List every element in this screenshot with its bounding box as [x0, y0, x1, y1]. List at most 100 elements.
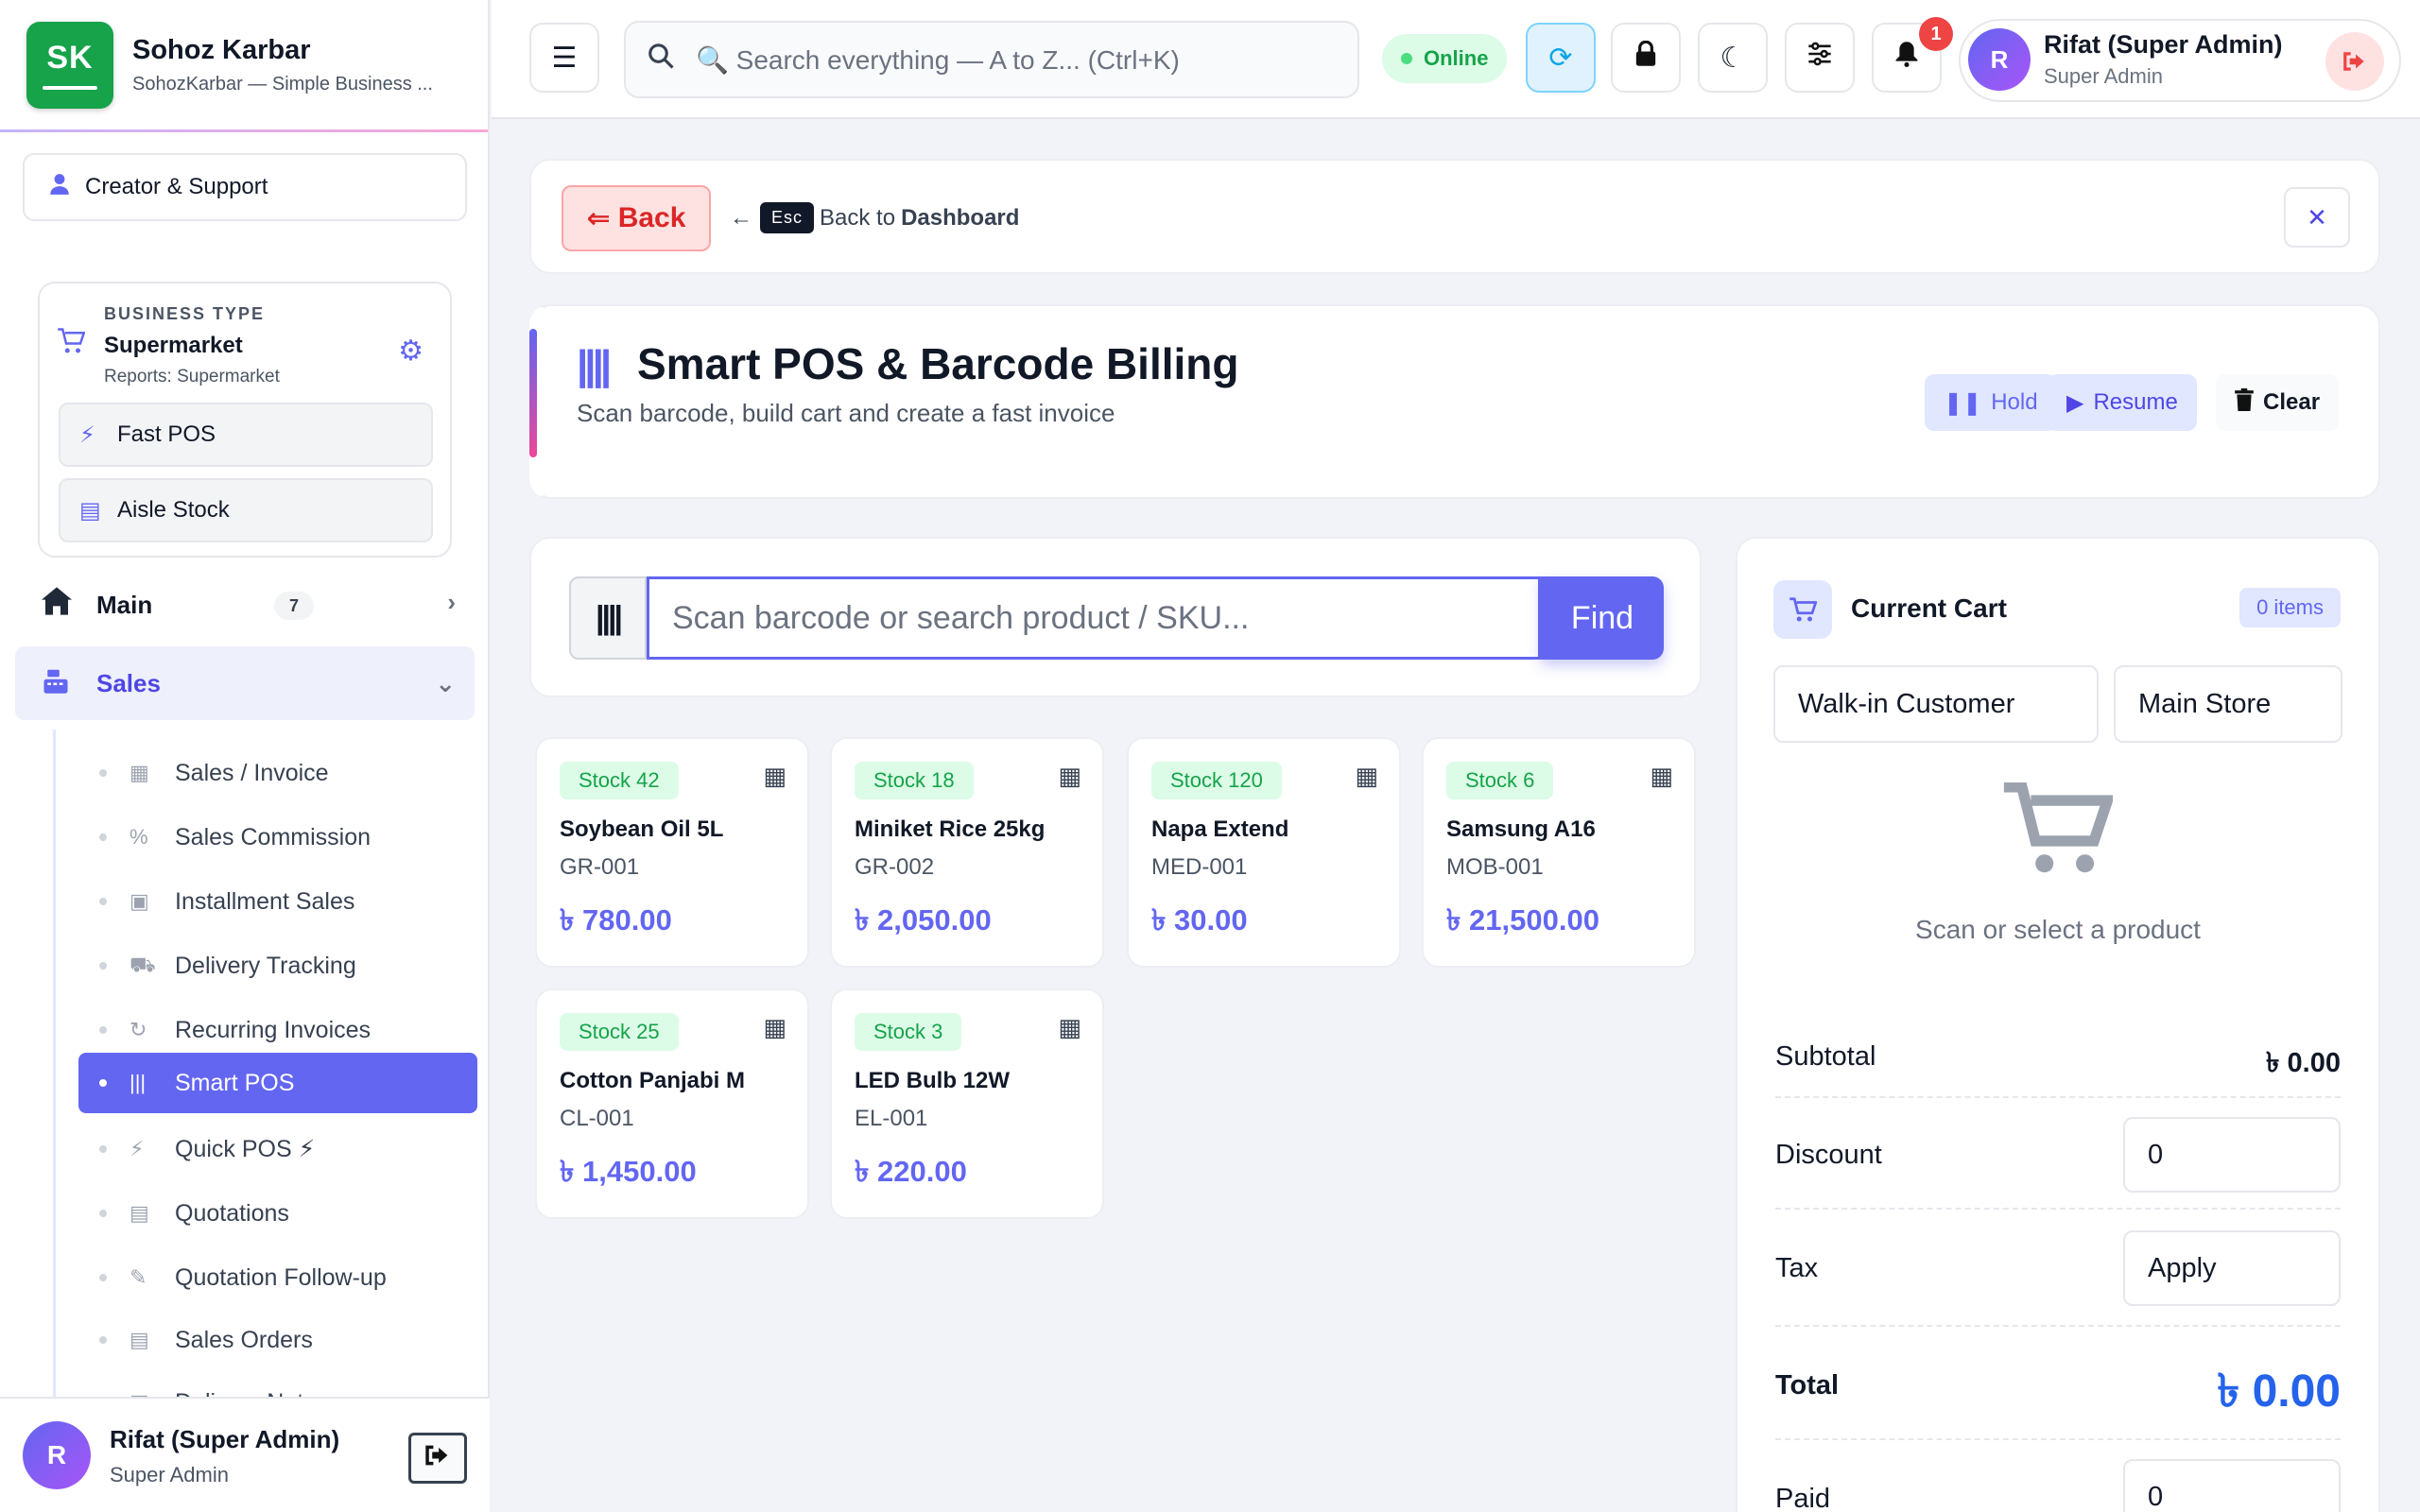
customer-select[interactable]: Walk-in Customer	[1773, 665, 2099, 743]
clear-button[interactable]: Clear	[2216, 374, 2340, 431]
hold-button[interactable]: ❚❚ Hold	[1925, 374, 2057, 431]
back-hint: ← Esc Back to Dashboard	[730, 202, 1019, 233]
sidebar-item-quotations[interactable]: ▤ Quotations	[78, 1183, 477, 1244]
product-sku: GR-001	[560, 854, 640, 880]
product-card[interactable]: Stock 3 ▦ LED Bulb 12W EL-001 ৳ 220.00	[830, 988, 1104, 1219]
tax-select[interactable]: Apply	[2123, 1230, 2341, 1306]
discount-row: Discount 0	[1775, 1104, 2341, 1210]
brand[interactable]: SK Sohoz Karbar SohozKarbar — Simple Bus…	[0, 0, 488, 132]
fast-pos-label: Fast POS	[117, 421, 216, 447]
hint-arrow: ←	[730, 204, 752, 231]
sub-item-label: Installment Sales	[175, 887, 355, 915]
sidebar-item-delivery-tracking[interactable]: ⛟ Delivery Tracking	[78, 936, 477, 996]
bell-icon	[1894, 41, 1919, 75]
product-price: ৳ 2,050.00	[855, 903, 992, 936]
stock-badge: Stock 25	[560, 1013, 679, 1051]
product-sku: MED-001	[1151, 854, 1248, 880]
logout-icon[interactable]	[2325, 32, 2384, 91]
product-price: ৳ 780.00	[560, 903, 672, 936]
sub-item-label: Quotations	[175, 1199, 289, 1227]
close-button[interactable]: ✕	[2284, 187, 2350, 248]
sync-button[interactable]: ⟳	[1526, 23, 1596, 93]
product-sku: GR-002	[855, 854, 935, 880]
brand-subtitle: SohozKarbar — Simple Business ...	[132, 73, 433, 94]
gear-icon[interactable]: ⚙	[398, 335, 424, 368]
resume-button[interactable]: ▶ Resume	[2048, 374, 2197, 431]
store-select[interactable]: Main Store	[2114, 665, 2342, 743]
sidebar-item-sales-orders[interactable]: ▤ Sales Orders	[78, 1310, 477, 1370]
product-card[interactable]: Stock 42 ▦ Soybean Oil 5L GR-001 ৳ 780.0…	[535, 737, 809, 968]
document-icon: ▤	[130, 1390, 175, 1397]
stock-badge: Stock 3	[855, 1013, 962, 1051]
menu-toggle-button[interactable]: ☰	[529, 23, 599, 93]
profile-name: Rifat (Super Admin)	[2044, 30, 2283, 59]
product-card[interactable]: Stock 120 ▦ Napa Extend MED-001 ৳ 30.00	[1127, 737, 1401, 968]
box-icon: ▦	[1650, 762, 1673, 790]
product-name: Samsung A16	[1446, 816, 1596, 842]
find-button[interactable]: Find	[1541, 576, 1664, 660]
creator-support-button[interactable]: Creator & Support	[23, 153, 467, 221]
product-sku: CL-001	[560, 1106, 634, 1131]
sub-item-label: Quick POS ⚡	[175, 1136, 316, 1162]
product-name: Cotton Panjabi M	[560, 1068, 745, 1093]
sidebar-item-sales-commission[interactable]: % Sales Commission	[78, 807, 477, 868]
paid-input[interactable]: 0	[2123, 1459, 2341, 1512]
barcode-search-input[interactable]	[647, 576, 1541, 660]
subtotal-row: Subtotal ৳ 0.00	[1775, 1021, 2341, 1098]
back-button[interactable]: ⇐ Back	[562, 185, 711, 251]
current-cart: Current Cart 0 items Walk-in Customer Ma…	[1736, 537, 2380, 1512]
logo-text: SK	[46, 40, 94, 76]
percent-icon: %	[130, 825, 148, 849]
product-name: Napa Extend	[1151, 816, 1289, 842]
product-sku: MOB-001	[1446, 854, 1544, 880]
product-card[interactable]: Stock 25 ▦ Cotton Panjabi M CL-001 ৳ 1,4…	[535, 988, 809, 1219]
hamburger-icon: ☰	[551, 42, 578, 74]
product-sku: EL-001	[855, 1106, 928, 1131]
sidebar-item-main[interactable]: Main 7 ›	[15, 571, 475, 639]
aisle-stock-button[interactable]: ▤ Aisle Stock	[59, 478, 433, 542]
bolt-icon: ⚡	[79, 421, 95, 448]
sidebar-item-smart-pos[interactable]: ||| Smart POS	[78, 1053, 477, 1113]
sidebar-item-sales[interactable]: Sales ⌄	[15, 646, 475, 720]
paid-row: Paid 0	[1775, 1446, 2341, 1512]
fast-pos-button[interactable]: ⚡ Fast POS	[59, 403, 433, 467]
logout-button[interactable]	[408, 1433, 467, 1484]
sliders-icon	[1806, 42, 1833, 74]
refresh-icon: ↻	[130, 1018, 147, 1041]
hint-target: Dashboard	[901, 204, 1020, 231]
cart-icon	[57, 327, 86, 362]
lock-icon	[1634, 40, 1658, 75]
avatar[interactable]: R	[23, 1421, 91, 1489]
business-type-value: Supermarket	[104, 333, 243, 358]
sidebar-item-recurring-invoices[interactable]: ↻ Recurring Invoices	[78, 1000, 477, 1060]
discount-input[interactable]: 0	[2123, 1117, 2341, 1193]
pause-icon: ❚❚	[1944, 389, 1982, 416]
sidebar-item-delivery-notes[interactable]: ▤Delivery Notes	[78, 1372, 477, 1398]
sub-item-label: Recurring Invoices	[175, 1016, 372, 1043]
resume-label: Resume	[2093, 389, 2178, 415]
settings-sliders-button[interactable]	[1785, 23, 1855, 93]
business-reports: Reports: Supermarket	[104, 367, 280, 387]
close-icon: ✕	[2307, 202, 2327, 232]
home-icon	[42, 587, 96, 623]
product-card[interactable]: Stock 18 ▦ Miniket Rice 25kg GR-002 ৳ 2,…	[830, 737, 1104, 968]
paid-label: Paid	[1775, 1484, 1831, 1512]
stock-badge: Stock 6	[1446, 762, 1554, 799]
global-search[interactable]: 🔍 Search everything — A to Z... (Ctrl+K)	[624, 21, 1359, 98]
sidebar-item-sales-invoice[interactable]: ▦ Sales / Invoice	[78, 743, 477, 803]
sidebar-item-quick-pos[interactable]: ⚡ Quick POS ⚡	[78, 1119, 477, 1179]
topbar: ☰ 🔍 Search everything — A to Z... (Ctrl+…	[492, 0, 2420, 119]
chevron-down-icon: ⌄	[435, 669, 456, 697]
subtotal-value: ৳ 0.00	[2266, 1048, 2341, 1078]
lock-button[interactable]	[1611, 23, 1681, 93]
tax-row: Tax Apply	[1775, 1215, 2341, 1327]
sidebar-item-quotation-follow-up[interactable]: ✎ Quotation Follow-up	[78, 1247, 477, 1308]
sync-icon: ⟳	[1548, 42, 1573, 74]
product-card[interactable]: Stock 6 ▦ Samsung A16 MOB-001 ৳ 21,500.0…	[1422, 737, 1696, 968]
cart-icon	[1773, 580, 1832, 639]
notifications-button[interactable]: 1	[1872, 17, 1953, 93]
sidebar-item-installment-sales[interactable]: ▣ Installment Sales	[78, 871, 477, 932]
moon-icon: ☾	[1720, 42, 1746, 74]
dark-mode-button[interactable]: ☾	[1698, 23, 1768, 93]
profile-menu[interactable]: R Rifat (Super Admin) Super Admin	[1959, 19, 2401, 102]
